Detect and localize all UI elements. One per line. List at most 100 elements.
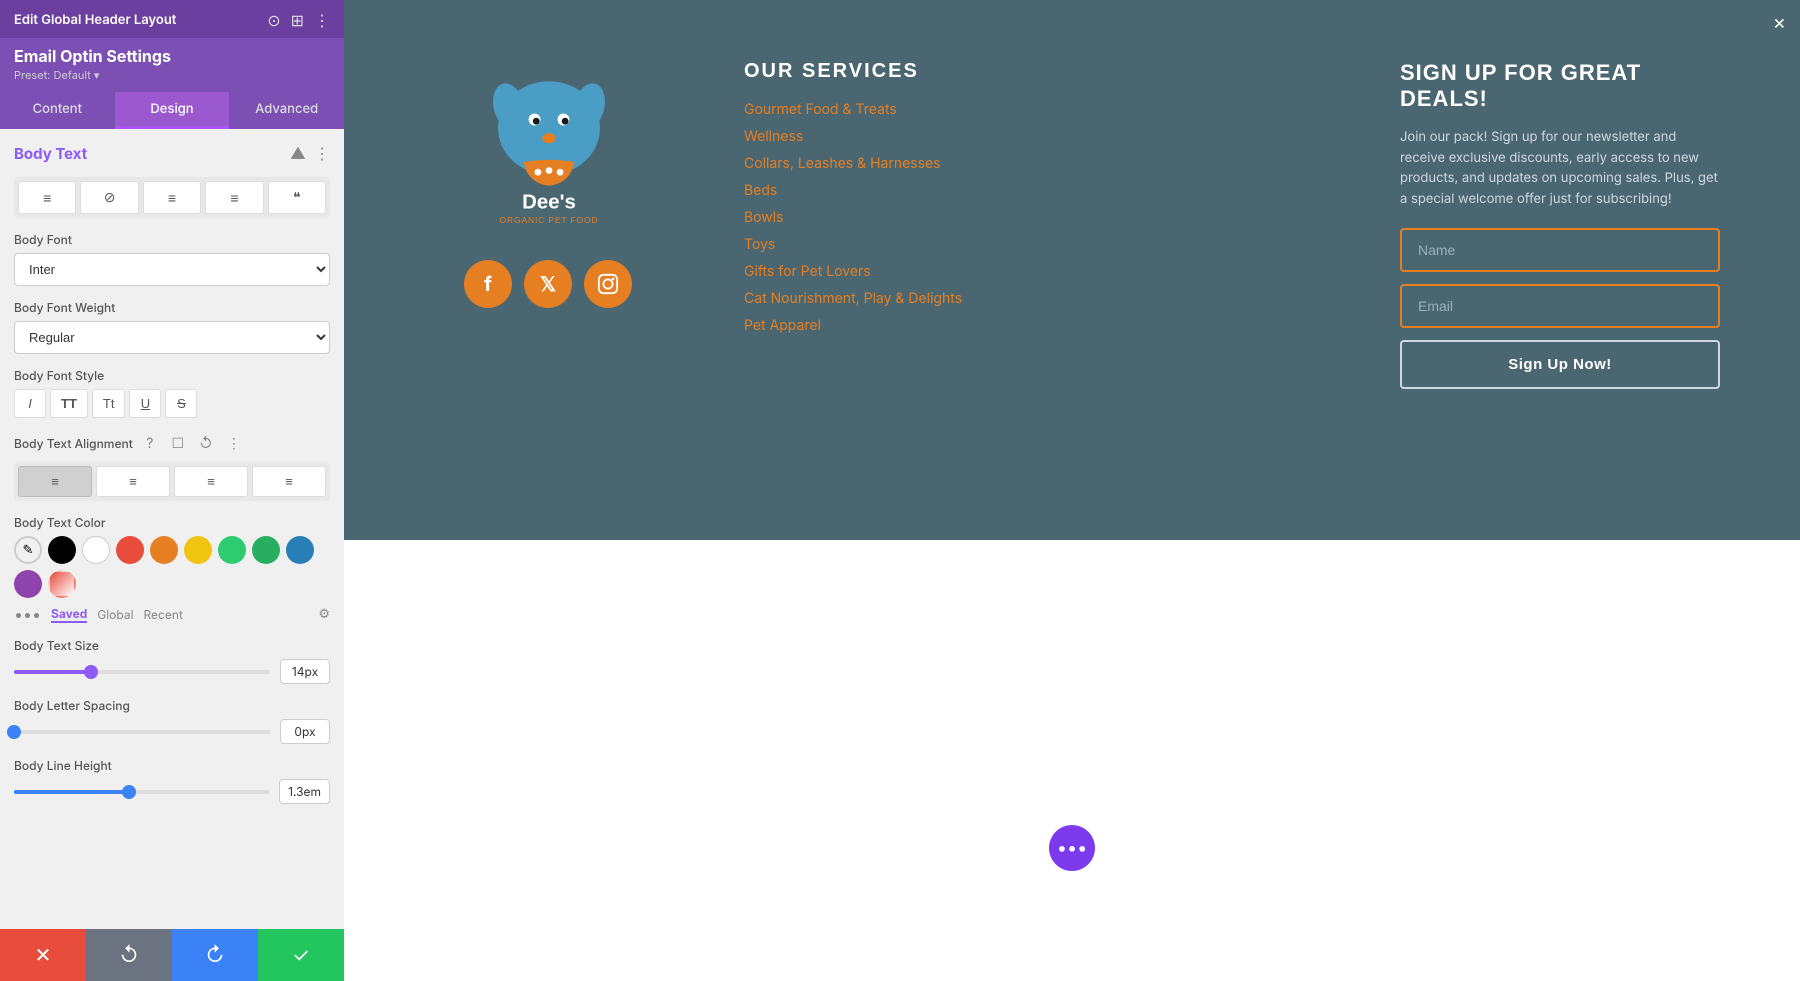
strikethrough-btn[interactable]: S: [165, 389, 197, 418]
redo-icon: ↻: [205, 943, 224, 967]
service-link-beds[interactable]: Beds: [744, 182, 1320, 199]
line-height-value[interactable]: 1.3em: [279, 779, 330, 804]
body-text-section-header: Body Text ▲ ⋮: [14, 143, 330, 163]
service-link-collars[interactable]: Collars, Leashes & Harnesses: [744, 155, 1320, 172]
undo-icon: ↺: [119, 943, 138, 967]
more-icon[interactable]: ⋮: [314, 10, 330, 30]
email-input[interactable]: [1400, 284, 1720, 328]
signup-description: Join our pack! Sign up for our newslette…: [1400, 127, 1720, 210]
color-settings-icon[interactable]: ⚙: [318, 606, 330, 622]
tab-design[interactable]: Design: [115, 92, 230, 129]
responsive-icon[interactable]: ☐: [167, 432, 189, 454]
body-font-style-label: Body Font Style: [14, 368, 330, 383]
brand-column: Dee's ORGANIC PET FOOD f 𝕏: [464, 60, 664, 308]
align-right-btn[interactable]: ≡: [205, 181, 263, 214]
save-icon: ✓: [292, 943, 310, 967]
undo-button[interactable]: ↺: [86, 929, 172, 981]
text-align-justify-btn[interactable]: ≡: [252, 466, 326, 497]
text-format-row: ≡ ⊘ ≡ ≡ ❝: [14, 177, 330, 218]
preset-selector[interactable]: Preset: Default ▾: [14, 68, 330, 82]
twitter-icon[interactable]: 𝕏: [524, 260, 572, 308]
help-icon[interactable]: ?: [139, 432, 161, 454]
text-align-right-btn[interactable]: ≡: [174, 466, 248, 497]
cancel-button[interactable]: ✕: [0, 929, 86, 981]
line-height-slider-track[interactable]: [14, 790, 269, 794]
service-link-bowls[interactable]: Bowls: [744, 209, 1320, 226]
size-slider-track[interactable]: [14, 670, 270, 674]
footer-section: Dee's ORGANIC PET FOOD f 𝕏 OUR SERVICES …: [344, 0, 1800, 540]
black-swatch[interactable]: [48, 536, 76, 564]
dots-icon: •••: [1057, 838, 1087, 859]
italic-btn[interactable]: I: [14, 389, 46, 418]
email-optin-title: Email Optin Settings: [14, 46, 330, 66]
alignment-icons: ? ☐ ↺ ⋮: [139, 432, 245, 454]
capitalize-btn[interactable]: Tt: [92, 389, 126, 418]
body-line-height-label: Body Line Height: [14, 758, 330, 773]
purple-swatch[interactable]: [14, 570, 42, 598]
design-tabs: Content Design Advanced: [0, 92, 344, 129]
section-controls: ▲ ⋮: [290, 143, 330, 163]
blue-swatch[interactable]: [286, 536, 314, 564]
service-link-apparel[interactable]: Pet Apparel: [744, 317, 1320, 334]
white-swatch[interactable]: [82, 536, 110, 564]
save-button[interactable]: ✓: [258, 929, 344, 981]
reset-icon[interactable]: ↺: [195, 432, 217, 454]
panel-subheader: Email Optin Settings Preset: Default ▾: [0, 38, 344, 92]
underline-btn[interactable]: U: [129, 389, 161, 418]
tab-content[interactable]: Content: [0, 92, 115, 129]
color-swatches: ✎: [14, 536, 330, 598]
service-link-cat[interactable]: Cat Nourishment, Play & Delights: [744, 290, 1320, 307]
eyedropper-tool[interactable]: ✎: [14, 536, 42, 564]
more-options-icon[interactable]: ⋮: [314, 143, 330, 163]
body-letter-spacing-row: Body Letter Spacing 0px: [14, 698, 330, 744]
light-green-swatch[interactable]: [218, 536, 246, 564]
service-link-gourmet[interactable]: Gourmet Food & Treats: [744, 101, 1320, 118]
text-align-left-btn[interactable]: ≡: [18, 466, 92, 497]
spacing-value[interactable]: 0px: [280, 719, 330, 744]
panel-header-icons: ⊙ ⊞ ⋮: [267, 10, 330, 30]
settings-icon[interactable]: ⊙: [267, 10, 280, 30]
services-column: OUR SERVICES Gourmet Food & Treats Welln…: [744, 60, 1320, 344]
bottom-toolbar: ✕ ↺ ↻ ✓: [0, 929, 344, 981]
service-link-gifts[interactable]: Gifts for Pet Lovers: [744, 263, 1320, 280]
instagram-icon[interactable]: [584, 260, 632, 308]
none-btn[interactable]: ⊘: [80, 181, 138, 214]
recent-tab[interactable]: Recent: [143, 607, 182, 622]
yellow-swatch[interactable]: [184, 536, 212, 564]
name-input[interactable]: [1400, 228, 1720, 272]
body-font-label: Body Font: [14, 232, 330, 247]
orange-swatch[interactable]: [150, 536, 178, 564]
align-center-btn[interactable]: ≡: [143, 181, 201, 214]
overflow-icon[interactable]: ⋮: [223, 432, 245, 454]
close-button[interactable]: ×: [1773, 10, 1786, 34]
layout-icon[interactable]: ⊞: [291, 10, 304, 30]
tab-advanced[interactable]: Advanced: [229, 92, 344, 129]
spacing-slider-track[interactable]: [14, 730, 270, 734]
facebook-icon[interactable]: f: [464, 260, 512, 308]
collapse-icon[interactable]: ▲: [290, 143, 306, 163]
body-line-height-slider: 1.3em: [14, 779, 330, 804]
saved-tab[interactable]: Saved: [51, 606, 87, 623]
body-letter-spacing-label: Body Letter Spacing: [14, 698, 330, 713]
body-font-weight-label: Body Font Weight: [14, 300, 330, 315]
blockquote-btn[interactable]: ❝: [268, 181, 326, 214]
global-tab[interactable]: Global: [97, 607, 133, 622]
signup-button[interactable]: Sign Up Now!: [1400, 340, 1720, 389]
green-swatch[interactable]: [252, 536, 280, 564]
align-left-btn[interactable]: ≡: [18, 181, 76, 214]
body-font-weight-select[interactable]: Regular Bold Light: [14, 321, 330, 354]
body-font-select[interactable]: Inter Arial Georgia: [14, 253, 330, 286]
service-link-toys[interactable]: Toys: [744, 236, 1320, 253]
body-line-height-row: Body Line Height 1.3em: [14, 758, 330, 804]
color-dots[interactable]: •••: [14, 604, 41, 624]
service-link-wellness[interactable]: Wellness: [744, 128, 1320, 145]
gradient-swatch[interactable]: [48, 570, 76, 598]
floating-dots-button[interactable]: •••: [1049, 825, 1095, 871]
panel-header-title: Edit Global Header Layout: [14, 12, 176, 28]
all-caps-btn[interactable]: TT: [50, 389, 88, 418]
redo-button[interactable]: ↻: [172, 929, 258, 981]
size-value[interactable]: 14px: [280, 659, 330, 684]
text-align-center-btn[interactable]: ≡: [96, 466, 170, 497]
body-letter-spacing-slider: 0px: [14, 719, 330, 744]
red-swatch[interactable]: [116, 536, 144, 564]
